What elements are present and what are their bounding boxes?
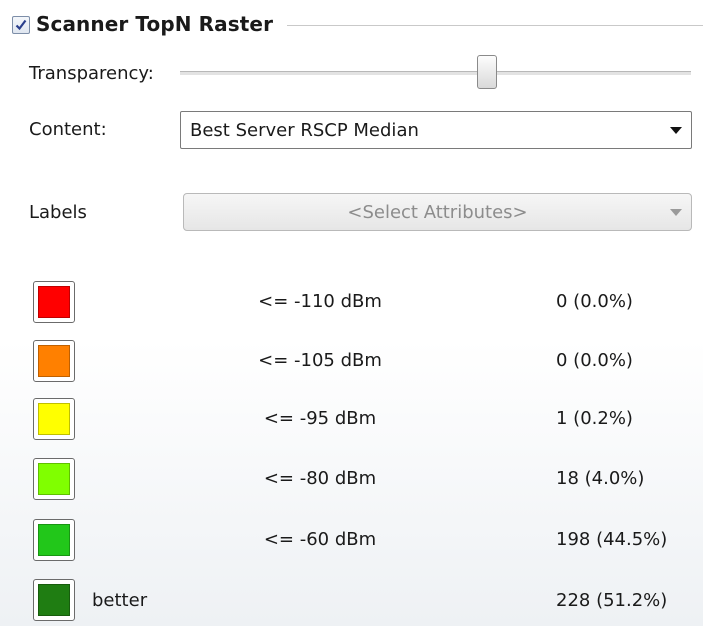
threshold-label: <= -95 dBm xyxy=(263,408,377,429)
threshold-label: better xyxy=(92,590,148,611)
group-title: Scanner TopN Raster xyxy=(36,12,274,36)
content-dropdown-value: Best Server RSCP Median xyxy=(190,120,419,141)
count-label: 18 (4.0%) xyxy=(556,468,645,489)
threshold-label: <= -110 dBm xyxy=(258,291,382,312)
checkmark-icon xyxy=(15,19,27,31)
labels-label: Labels xyxy=(29,202,87,223)
color-swatch[interactable] xyxy=(33,398,75,440)
swatch-fill xyxy=(38,345,70,377)
content-label: Content: xyxy=(29,119,107,140)
color-swatch[interactable] xyxy=(33,579,75,621)
count-label: 0 (0.0%) xyxy=(556,291,633,312)
swatch-fill xyxy=(38,524,70,556)
threshold-label: <= -60 dBm xyxy=(263,529,377,550)
chevron-down-icon xyxy=(670,127,682,134)
swatch-fill xyxy=(38,584,70,616)
threshold-label: <= -105 dBm xyxy=(258,350,382,371)
transparency-slider-track[interactable] xyxy=(180,71,691,76)
count-label: 1 (0.2%) xyxy=(556,408,633,429)
count-label: 228 (51.2%) xyxy=(556,590,668,611)
color-swatch[interactable] xyxy=(33,519,75,561)
scanner-topn-raster-checkbox[interactable] xyxy=(12,16,30,34)
labels-attribute-dropdown[interactable]: <Select Attributes> xyxy=(183,193,692,231)
threshold-label: <= -80 dBm xyxy=(263,468,377,489)
transparency-label: Transparency: xyxy=(29,63,154,84)
count-label: 0 (0.0%) xyxy=(556,350,633,371)
swatch-fill xyxy=(38,463,70,495)
transparency-slider-thumb[interactable] xyxy=(476,55,497,89)
color-swatch[interactable] xyxy=(33,340,75,382)
color-swatch[interactable] xyxy=(33,281,75,323)
swatch-fill xyxy=(38,286,70,318)
swatch-fill xyxy=(38,403,70,435)
chevron-down-icon xyxy=(670,209,682,216)
content-dropdown[interactable]: Best Server RSCP Median xyxy=(180,111,692,149)
group-divider xyxy=(287,25,703,26)
count-label: 198 (44.5%) xyxy=(556,529,668,550)
color-swatch[interactable] xyxy=(33,458,75,500)
labels-dropdown-placeholder: <Select Attributes> xyxy=(347,202,528,223)
